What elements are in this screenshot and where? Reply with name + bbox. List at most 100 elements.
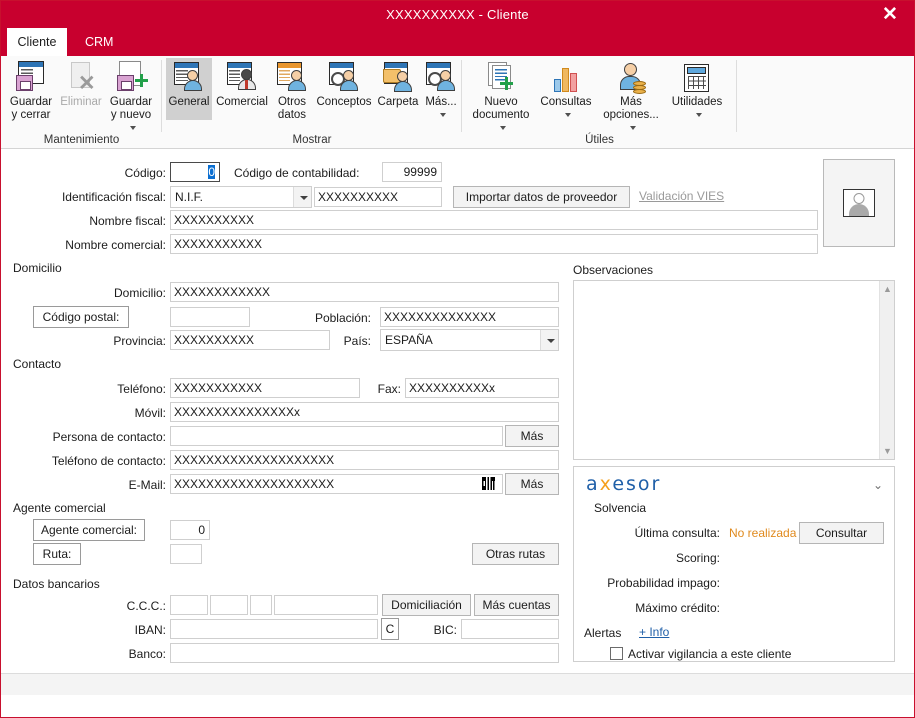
section-header-agente-comercial: Agente comercial bbox=[13, 501, 106, 515]
mas-cuentas-button[interactable]: Más cuentas bbox=[474, 594, 559, 616]
ribbon-button-eliminar[interactable]: ✕ Eliminar bbox=[57, 58, 105, 109]
ribbon-button-mas-opciones[interactable]: Más opciones... bbox=[596, 58, 666, 133]
ccc-entidad-input[interactable] bbox=[170, 595, 208, 615]
codigo-postal-input[interactable] bbox=[170, 307, 250, 327]
domicilio-input[interactable]: XXXXXXXXXXXX bbox=[170, 282, 559, 302]
ribbon-button-consultas[interactable]: Consultas bbox=[536, 58, 596, 120]
tab-cliente[interactable]: Cliente bbox=[7, 28, 67, 56]
chevron-down-icon[interactable] bbox=[564, 112, 571, 117]
label-ccc: C.C.C.: bbox=[126, 599, 166, 613]
codigo-contabilidad-input[interactable]: 99999 bbox=[382, 162, 442, 182]
chevron-down-icon[interactable] bbox=[293, 187, 311, 207]
ccc-dc-input[interactable] bbox=[250, 595, 272, 615]
qr-code-icon[interactable] bbox=[482, 477, 495, 490]
axesor-logo-a: a bbox=[586, 473, 600, 495]
codigo-value: 0 bbox=[208, 165, 215, 179]
ruta-input[interactable] bbox=[170, 544, 202, 564]
ccc-oficina-input[interactable] bbox=[210, 595, 248, 615]
agente-comercial-input[interactable]: 0 bbox=[170, 520, 210, 540]
chevron-down-icon[interactable] bbox=[439, 112, 446, 117]
section-header-domicilio: Domicilio bbox=[13, 261, 62, 275]
ribbon-button-guardar-y-nuevo[interactable]: Guardar y nuevo bbox=[105, 58, 157, 133]
telefono-contacto-input[interactable]: XXXXXXXXXXXXXXXXXXXX bbox=[170, 450, 559, 470]
observaciones-textarea[interactable]: ▲ ▼ bbox=[573, 280, 895, 460]
bic-input[interactable] bbox=[461, 619, 559, 639]
ribbon-caret-row[interactable] bbox=[536, 109, 596, 120]
ccc-cuenta-input[interactable] bbox=[274, 595, 378, 615]
codigo-postal-button[interactable]: Código postal: bbox=[33, 306, 129, 328]
save-new-icon bbox=[114, 61, 148, 95]
ruta-button[interactable]: Ruta: bbox=[33, 543, 81, 565]
ribbon-label: Conceptos bbox=[316, 96, 372, 108]
validacion-vies-link[interactable]: Validación VIES bbox=[639, 189, 724, 203]
ribbon-caret-row[interactable] bbox=[105, 122, 157, 133]
email-mas-button[interactable]: Más bbox=[505, 473, 559, 495]
codigo-input[interactable]: 0 bbox=[170, 162, 220, 182]
ribbon-button-comercial[interactable]: Comercial bbox=[214, 58, 270, 109]
persona-contacto-input[interactable] bbox=[170, 426, 503, 446]
ribbon-button-otros-datos[interactable]: Otros datos bbox=[270, 58, 314, 122]
chevron-down-icon[interactable] bbox=[499, 125, 506, 130]
iban-input[interactable] bbox=[170, 619, 378, 639]
ribbon-caret-row[interactable] bbox=[596, 122, 666, 133]
ribbon-button-conceptos[interactable]: Conceptos bbox=[314, 58, 374, 109]
ribbon-caret-row[interactable] bbox=[666, 109, 728, 120]
movil-input[interactable]: XXXXXXXXXXXXXXXx bbox=[170, 402, 559, 422]
chevron-up-icon[interactable]: ▲ bbox=[880, 282, 895, 296]
tab-crm[interactable]: CRM bbox=[71, 28, 127, 56]
pais-select[interactable]: ESPAÑA bbox=[380, 329, 559, 351]
ribbon-label: Eliminar bbox=[60, 96, 102, 108]
ribbon-button-mas[interactable]: Más... bbox=[422, 58, 460, 120]
importar-datos-proveedor-button[interactable]: Importar datos de proveedor bbox=[453, 186, 630, 208]
label-telefono-contacto: Teléfono de contacto: bbox=[51, 454, 166, 468]
poblacion-input[interactable]: XXXXXXXXXXXXXX bbox=[380, 307, 559, 327]
info-link[interactable]: + Info bbox=[639, 625, 669, 639]
email-input[interactable]: XXXXXXXXXXXXXXXXXXXX bbox=[170, 474, 503, 494]
client-photo-placeholder[interactable] bbox=[823, 159, 895, 247]
chevron-down-icon[interactable] bbox=[540, 330, 558, 350]
client-form-window: XXXXXXXXXX - Cliente ✕ Cliente CRM Guard… bbox=[0, 0, 915, 718]
chevron-down-icon[interactable] bbox=[695, 112, 702, 117]
ribbon-button-general[interactable]: General bbox=[166, 58, 212, 120]
ribbon-caret-row[interactable] bbox=[422, 109, 460, 120]
telefono-input[interactable]: XXXXXXXXXXX bbox=[170, 378, 360, 398]
close-icon[interactable]: ✕ bbox=[870, 2, 910, 27]
ribbon-button-carpeta[interactable]: Carpeta bbox=[374, 58, 422, 109]
consultar-button[interactable]: Consultar bbox=[799, 522, 884, 544]
person-icon bbox=[843, 189, 875, 217]
chevron-down-icon[interactable]: ▼ bbox=[880, 444, 895, 458]
ultima-consulta-value: No realizada bbox=[729, 526, 797, 540]
label-probabilidad-impago: Probabilidad impago: bbox=[607, 576, 720, 590]
nombre-fiscal-input[interactable]: XXXXXXXXXX bbox=[170, 210, 818, 230]
iban-calc-button[interactable]: C bbox=[381, 618, 399, 640]
observaciones-scrollbar[interactable]: ▲ ▼ bbox=[879, 281, 894, 459]
nombre-comercial-input[interactable]: XXXXXXXXXXX bbox=[170, 234, 818, 254]
fax-input[interactable]: XXXXXXXXXXx bbox=[405, 378, 559, 398]
activar-vigilancia-checkbox[interactable] bbox=[610, 647, 623, 660]
section-header-datos-bancarios: Datos bancarios bbox=[13, 577, 100, 591]
ribbon-caret-row[interactable] bbox=[466, 122, 536, 133]
ribbon-button-utilidades[interactable]: Utilidades bbox=[666, 58, 728, 120]
banco-input[interactable] bbox=[170, 643, 559, 663]
persona-contacto-mas-button[interactable]: Más bbox=[505, 425, 559, 447]
identificacion-fiscal-type-select[interactable]: N.I.F. bbox=[170, 186, 312, 208]
chevron-down-icon[interactable] bbox=[129, 125, 136, 130]
collapse-chevron-icon[interactable]: ⌄ bbox=[868, 477, 888, 493]
label-codigo-contabilidad: Código de contabilidad: bbox=[234, 166, 360, 180]
section-header-contacto: Contacto bbox=[13, 357, 62, 371]
axesor-panel: axesor ⌄ Solvencia Última consulta: No r… bbox=[573, 466, 895, 662]
form-body: Código: 0 Código de contabilidad: 99999 … bbox=[1, 149, 914, 695]
chevron-down-icon[interactable] bbox=[629, 125, 636, 130]
ribbon-button-nuevo-documento[interactable]: Nuevo documento bbox=[466, 58, 536, 133]
otras-rutas-button[interactable]: Otras rutas bbox=[472, 543, 559, 565]
agente-comercial-button[interactable]: Agente comercial: bbox=[33, 519, 145, 541]
identificacion-fiscal-number-input[interactable]: XXXXXXXXXX bbox=[314, 187, 442, 207]
ribbon-button-guardar-y-cerrar[interactable]: Guardar y cerrar bbox=[5, 58, 57, 122]
label-pais: País: bbox=[343, 334, 371, 348]
label-observaciones: Observaciones bbox=[573, 263, 654, 277]
group-divider bbox=[736, 60, 737, 132]
provincia-input[interactable]: XXXXXXXXXX bbox=[170, 330, 330, 350]
domiciliacion-button[interactable]: Domiciliación bbox=[382, 594, 471, 616]
mas-icon bbox=[424, 61, 458, 95]
ribbon-label: Más... bbox=[425, 96, 457, 108]
